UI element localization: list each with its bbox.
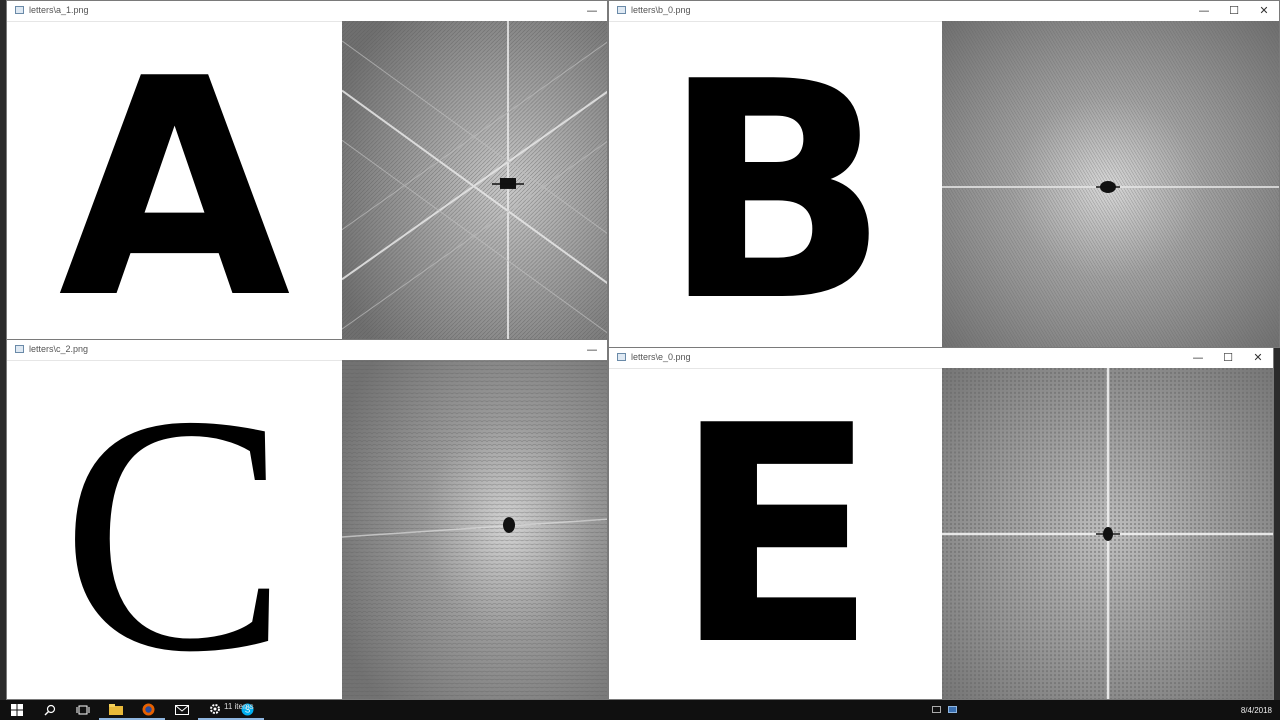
image-window-icon	[15, 6, 24, 14]
letter-glyph: C	[61, 344, 288, 700]
maximize-button[interactable]: ☐	[1219, 1, 1249, 21]
minimize-button[interactable]: —	[1189, 1, 1219, 21]
fft-spectrum-image	[342, 360, 607, 699]
letter-image: C	[7, 360, 342, 699]
fft-spectrum-graphic	[942, 21, 1279, 347]
letter-glyph: B	[661, 18, 890, 348]
fft-spectrum-image	[942, 368, 1273, 699]
search-icon[interactable]	[33, 700, 66, 720]
firefox-icon[interactable]	[132, 700, 165, 720]
window-e[interactable]: letters\e_0.png — ☐ ✕ E	[608, 347, 1274, 700]
image-window-icon	[617, 353, 626, 361]
task-view-icon[interactable]	[66, 700, 99, 720]
window-c[interactable]: letters\c_2.png — C	[6, 339, 608, 700]
close-button[interactable]: ✕	[1249, 1, 1279, 21]
minimize-button[interactable]: —	[1183, 348, 1213, 368]
mail-icon[interactable]	[165, 700, 198, 720]
window-b[interactable]: letters\b_0.png — ☐ ✕ B	[608, 0, 1280, 348]
letter-image: E	[609, 368, 942, 699]
windows-start-icon[interactable]	[0, 700, 33, 720]
window-a[interactable]: letters\a_1.png — A	[6, 0, 608, 340]
fft-spectrum-image	[342, 21, 607, 339]
minimize-button[interactable]: —	[577, 340, 607, 360]
fft-spectrum-graphic	[342, 21, 607, 339]
letter-glyph: A	[58, 15, 291, 340]
fft-spectrum-graphic	[342, 360, 607, 699]
clock-date: 8/4/2018	[1240, 706, 1272, 715]
window-title: letters\a_1.png	[29, 5, 89, 15]
window-title: letters\e_0.png	[631, 352, 691, 362]
fft-spectrum-graphic	[942, 368, 1273, 699]
tray-display-icon[interactable]	[948, 706, 957, 713]
image-window-icon	[617, 6, 626, 14]
window-title: letters\b_0.png	[631, 5, 691, 15]
close-button[interactable]: ✕	[1243, 348, 1273, 368]
letter-glyph: E	[673, 361, 878, 700]
status-item-count: 11 items	[224, 702, 254, 711]
fft-spectrum-image	[942, 21, 1279, 347]
tray-network-icon[interactable]	[932, 706, 941, 713]
letter-image: B	[609, 21, 942, 347]
file-explorer-icon[interactable]	[99, 700, 132, 720]
minimize-button[interactable]: —	[577, 1, 607, 21]
letter-image: A	[7, 15, 342, 340]
image-window-icon	[15, 345, 24, 353]
maximize-button[interactable]: ☐	[1213, 348, 1243, 368]
taskbar-clock[interactable]: 8/4/2018	[1241, 701, 1272, 715]
taskbar: S 11 items 8/4/2018	[0, 700, 1280, 720]
